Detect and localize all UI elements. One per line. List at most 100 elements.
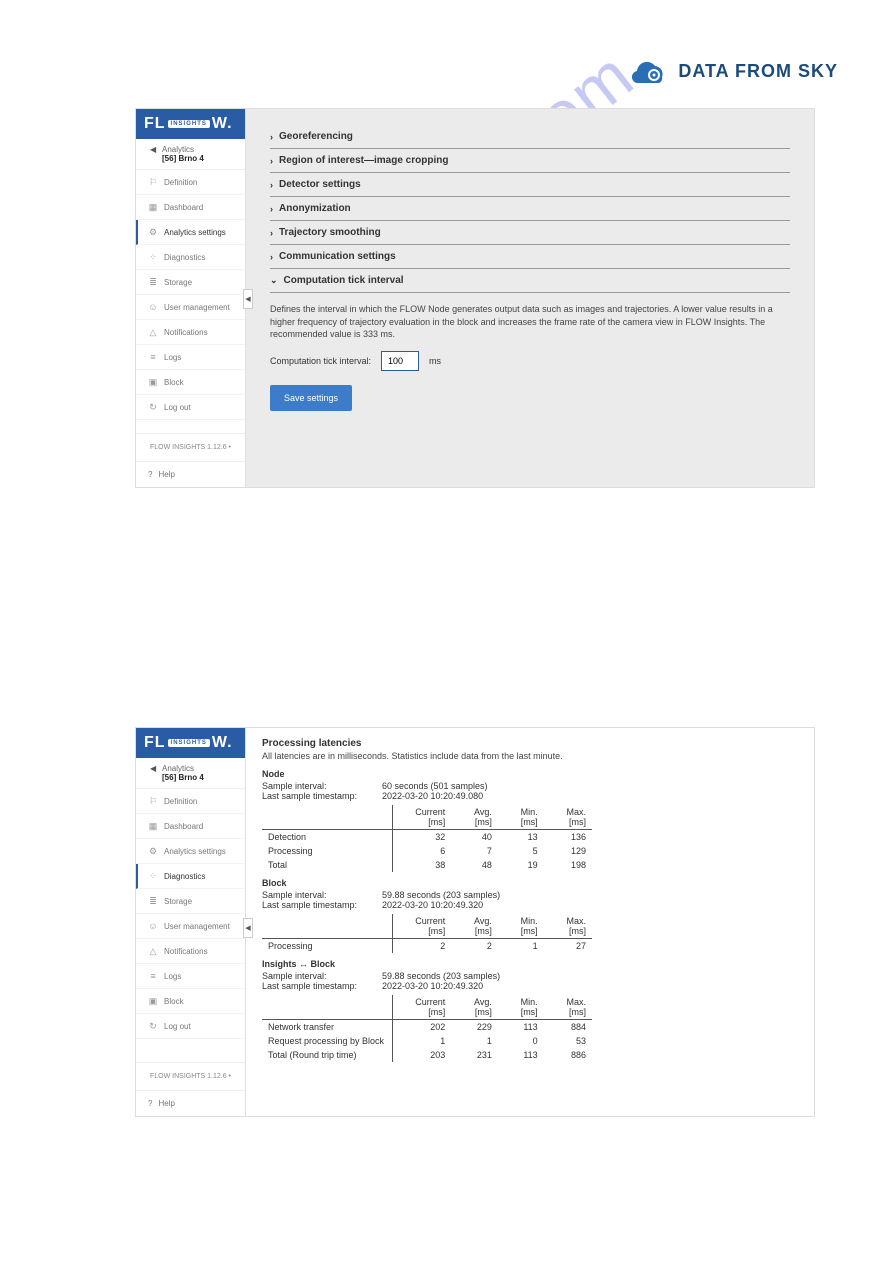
- main-settings: ›Georeferencing›Region of interest—image…: [246, 109, 814, 487]
- sidebar-item-label: Storage: [164, 897, 192, 906]
- col-header: Max. [ms]: [544, 995, 592, 1020]
- cell: 2: [392, 939, 451, 954]
- app-window-settings: FL INSIGHTS W. ◀ Analytics [56] Brno 4 ⚐…: [135, 108, 815, 488]
- cell: 48: [451, 858, 498, 872]
- cell: 40: [451, 830, 498, 845]
- sidebar-item-label: Dashboard: [164, 203, 203, 212]
- help-item[interactable]: ? Help: [136, 462, 245, 487]
- logo-left: FL: [144, 115, 166, 133]
- accordion-label: Trajectory smoothing: [279, 227, 381, 238]
- cell: 32: [392, 830, 451, 845]
- accordion-communication-settings[interactable]: ›Communication settings: [270, 245, 790, 269]
- sidebar-collapse-handle[interactable]: ◀: [243, 289, 253, 309]
- dfs-logo-text: DATA FROM SKY: [678, 61, 838, 82]
- version-label: FLOW INSIGHTS 1.12.6 •: [136, 1062, 245, 1091]
- settings-icon: ⚙: [148, 846, 158, 856]
- logo-left: FL: [144, 734, 166, 752]
- help-label: Help: [158, 1099, 174, 1108]
- storage-icon: ≣: [148, 277, 158, 287]
- accordion-label: Georeferencing: [279, 131, 353, 142]
- cell: 203: [392, 1048, 451, 1062]
- sidebar-item-analytics-settings[interactable]: ⚙Analytics settings: [136, 220, 245, 245]
- diag-icon: ⁘: [148, 871, 158, 881]
- sidebar-item-user-management[interactable]: ☺User management: [136, 295, 245, 320]
- breadcrumb[interactable]: ◀ Analytics [56] Brno 4: [136, 139, 245, 170]
- dfs-logo: DATA FROM SKY: [632, 55, 838, 87]
- sidebar-item-notifications[interactable]: △Notifications: [136, 939, 245, 964]
- sidebar-item-definition[interactable]: ⚐Definition: [136, 789, 245, 814]
- cell: 0: [498, 1034, 544, 1048]
- sidebar-item-label: Logs: [164, 972, 181, 981]
- logout-icon: ↻: [148, 1021, 158, 1031]
- sidebar-item-label: Log out: [164, 1022, 191, 1031]
- sidebar-collapse-handle[interactable]: ◀: [243, 918, 253, 938]
- sidebar-item-block[interactable]: ▣Block: [136, 989, 245, 1014]
- sidebar-item-diagnostics[interactable]: ⁘Diagnostics: [136, 864, 245, 889]
- col-header: Min. [ms]: [498, 914, 544, 939]
- sidebar-item-diagnostics[interactable]: ⁘Diagnostics: [136, 245, 245, 270]
- col-header: Min. [ms]: [498, 805, 544, 830]
- accordion-trajectory-smoothing[interactable]: ›Trajectory smoothing: [270, 221, 790, 245]
- cell: 53: [544, 1034, 592, 1048]
- logs-icon: ≡: [148, 352, 158, 362]
- sidebar-item-definition[interactable]: ⚐Definition: [136, 170, 245, 195]
- tick-interval-input[interactable]: [381, 351, 419, 371]
- cell: 136: [544, 830, 592, 845]
- accordion-computation-tick-interval[interactable]: ⌄Computation tick interval: [270, 269, 790, 293]
- sidebar-item-storage[interactable]: ≣Storage: [136, 270, 245, 295]
- sidebar-item-logs[interactable]: ≡Logs: [136, 345, 245, 370]
- col-header: Avg. [ms]: [451, 914, 498, 939]
- node-ts: Last sample timestamp:2022-03-20 10:20:4…: [262, 791, 798, 801]
- table-row: Network transfer202229113884: [262, 1020, 592, 1035]
- accordion-detector-settings[interactable]: ›Detector settings: [270, 173, 790, 197]
- tick-description: Defines the interval in which the FLOW N…: [270, 303, 790, 341]
- back-icon[interactable]: ◀: [150, 145, 156, 154]
- sidebar-item-log-out[interactable]: ↻ Log out: [136, 395, 245, 420]
- ib-ts: Last sample timestamp:2022-03-20 10:20:4…: [262, 981, 798, 991]
- row-name: Total: [262, 858, 392, 872]
- storage-icon: ≣: [148, 896, 158, 906]
- main-diagnostics: Processing latencies All latencies are i…: [246, 728, 814, 1116]
- logout-icon: ↻: [148, 402, 158, 412]
- breadcrumb[interactable]: ◀ Analytics [56] Brno 4: [136, 758, 245, 789]
- version-label: FLOW INSIGHTS 1.12.6 •: [136, 433, 245, 462]
- col-header: Avg. [ms]: [451, 805, 498, 830]
- block-ts: Last sample timestamp:2022-03-20 10:20:4…: [262, 900, 798, 910]
- help-item[interactable]: ? Help: [136, 1091, 245, 1116]
- sidebar-item-analytics-settings[interactable]: ⚙Analytics settings: [136, 839, 245, 864]
- dash-icon: ▦: [148, 821, 158, 831]
- accordion-label: Region of interest—image cropping: [279, 155, 448, 166]
- accordion-region-of-interest-image-cropping[interactable]: ›Region of interest—image cropping: [270, 149, 790, 173]
- row-name: Network transfer: [262, 1020, 392, 1035]
- sidebar-item-label: Log out: [164, 403, 191, 412]
- col-header: Min. [ms]: [498, 995, 544, 1020]
- block-icon: ▣: [148, 377, 158, 387]
- cell: 113: [498, 1048, 544, 1062]
- diag-title: Processing latencies: [262, 738, 798, 749]
- cell: 27: [544, 939, 592, 954]
- tick-field-row: Computation tick interval: ms: [270, 351, 790, 371]
- table-row: Processing675129: [262, 844, 592, 858]
- back-icon[interactable]: ◀: [150, 764, 156, 773]
- sidebar-item-label: Block: [164, 378, 184, 387]
- sidebar-item-user-management[interactable]: ☺User management: [136, 914, 245, 939]
- def-icon: ⚐: [148, 796, 158, 806]
- sidebar-item-dashboard[interactable]: ▦Dashboard: [136, 814, 245, 839]
- table-row: Total384819198: [262, 858, 592, 872]
- sidebar-item-label: Notifications: [164, 328, 208, 337]
- breadcrumb-parent: Analytics: [162, 145, 194, 154]
- sidebar-item-dashboard[interactable]: ▦Dashboard: [136, 195, 245, 220]
- sidebar-item-notifications[interactable]: △ Notifications: [136, 320, 245, 345]
- bell-icon: △: [148, 327, 158, 337]
- accordion-anonymization[interactable]: ›Anonymization: [270, 197, 790, 221]
- logo-right: W.: [212, 115, 233, 133]
- sidebar-item-block[interactable]: ▣ Block: [136, 370, 245, 395]
- sidebar-item-storage[interactable]: ≣ Storage: [136, 889, 245, 914]
- accordion-georeferencing[interactable]: ›Georeferencing: [270, 125, 790, 149]
- accordion-label: Detector settings: [279, 179, 361, 190]
- sidebar-item-logs[interactable]: ≡Logs: [136, 964, 245, 989]
- save-button[interactable]: Save settings: [270, 385, 352, 411]
- sidebar-item-log-out[interactable]: ↻ Log out: [136, 1014, 245, 1039]
- cloud-icon: [632, 55, 672, 87]
- block-table: Current [ms]Avg. [ms]Min. [ms]Max. [ms]P…: [262, 914, 592, 953]
